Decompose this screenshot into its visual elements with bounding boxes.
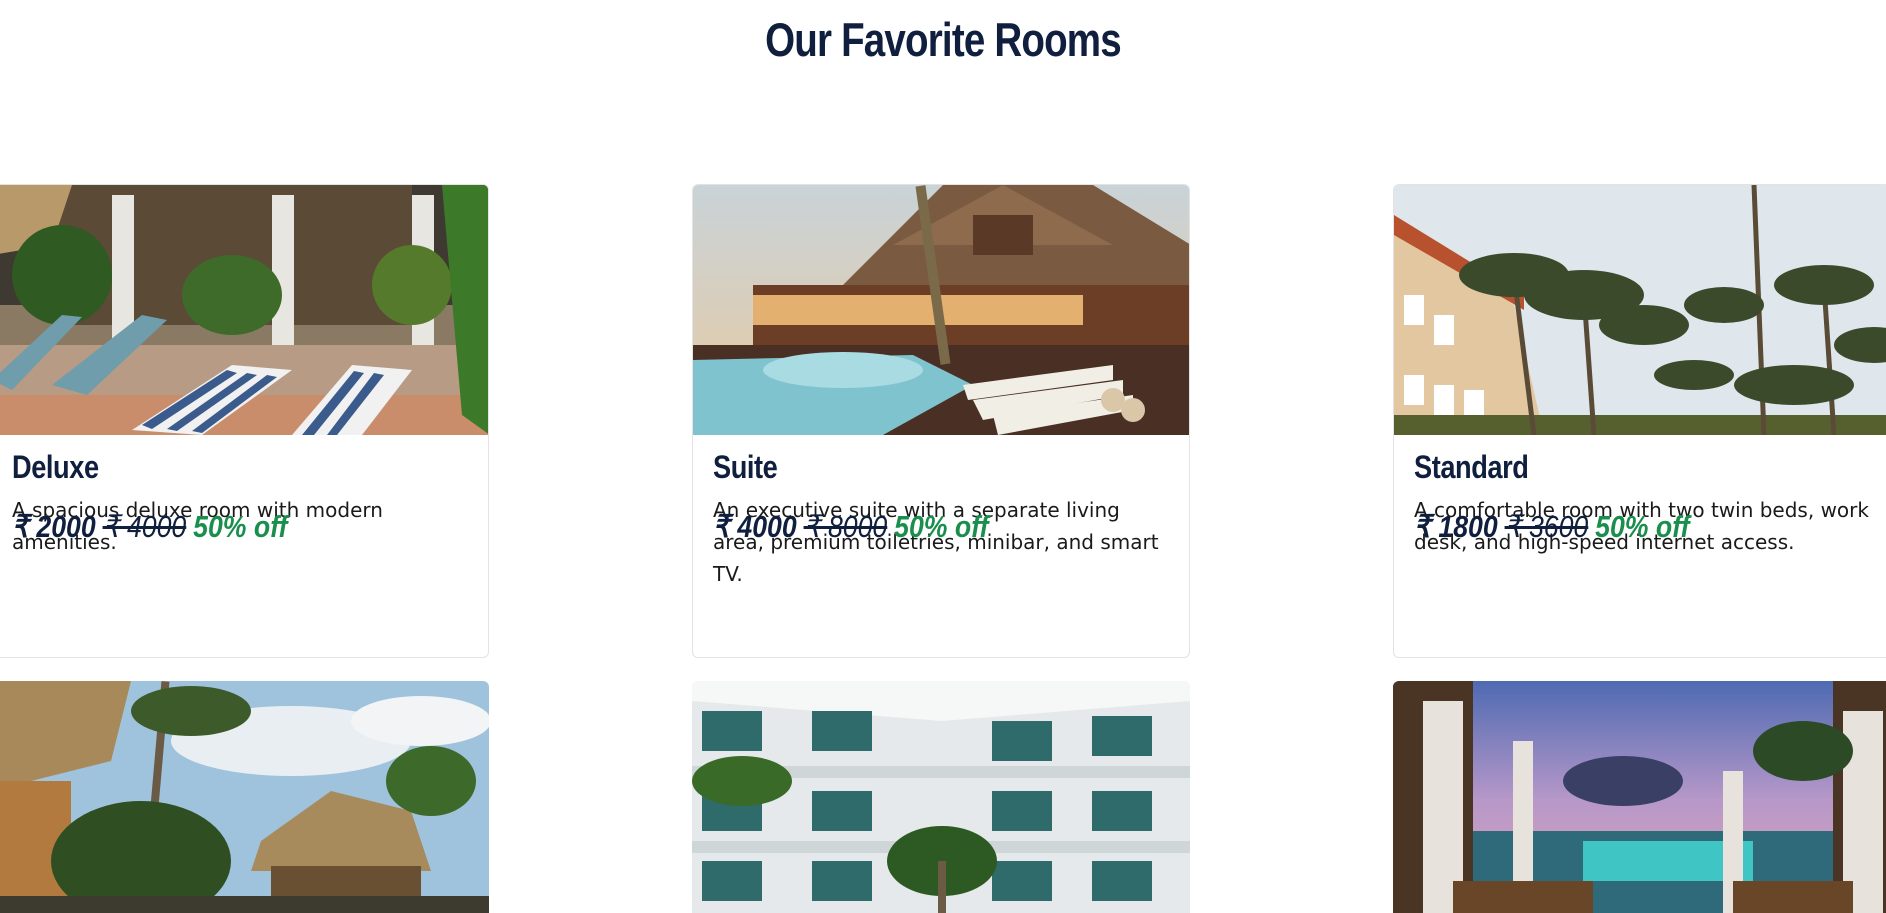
room-name: Standard bbox=[1414, 449, 1529, 485]
price-line: ₹ 1800 ₹ 3600 50% off bbox=[1414, 509, 1689, 545]
room-card-image-row2-3[interactable] bbox=[1393, 681, 1886, 913]
discount-badge: 50% off bbox=[894, 509, 989, 544]
price-current: ₹ 1800 bbox=[1414, 509, 1498, 544]
room-image-standard bbox=[1394, 185, 1886, 435]
room-name: Suite bbox=[713, 449, 778, 485]
price-original: ₹ 8000 bbox=[803, 509, 888, 544]
room-name: Deluxe bbox=[12, 449, 99, 485]
room-card-standard[interactable]: Standard A comfortable room with two twi… bbox=[1393, 184, 1886, 658]
price-original: ₹ 3600 bbox=[1504, 509, 1589, 544]
page: Our Favorite Rooms Deluxe A spacious del… bbox=[0, 0, 1886, 913]
discount-badge: 50% off bbox=[193, 509, 288, 544]
room-image-suite bbox=[693, 185, 1189, 435]
price-line: ₹ 4000 ₹ 8000 50% off bbox=[713, 509, 988, 545]
room-card-suite[interactable]: Suite An executive suite with a separate… bbox=[692, 184, 1190, 658]
price-current: ₹ 4000 bbox=[713, 509, 797, 544]
room-card-deluxe[interactable]: Deluxe A spacious deluxe room with moder… bbox=[0, 184, 489, 658]
room-image-deluxe bbox=[0, 185, 488, 435]
room-card-image-row2-2[interactable] bbox=[692, 681, 1190, 913]
section-title: Our Favorite Rooms bbox=[765, 13, 1122, 66]
discount-badge: 50% off bbox=[1595, 509, 1690, 544]
room-card-image-row2-1[interactable] bbox=[0, 681, 489, 913]
price-original: ₹ 4000 bbox=[102, 509, 187, 544]
price-current: ₹ 2000 bbox=[12, 509, 96, 544]
price-line: ₹ 2000 ₹ 4000 50% off bbox=[12, 509, 287, 545]
